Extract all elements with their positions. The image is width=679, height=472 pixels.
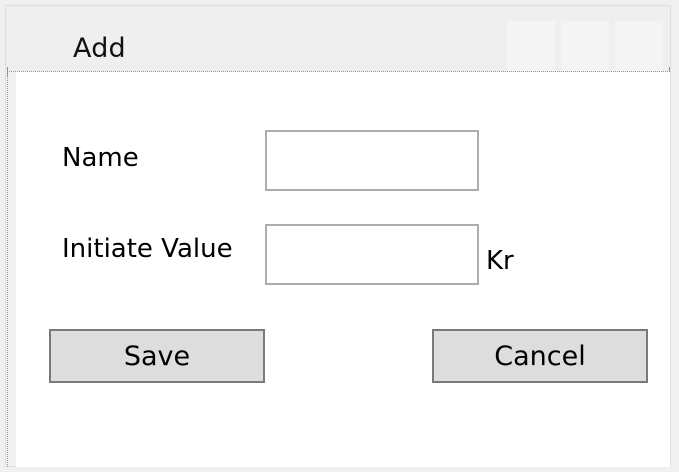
title-bar: Add	[6, 6, 670, 72]
name-label: Name	[62, 143, 139, 173]
close-button[interactable]	[615, 21, 663, 71]
save-button[interactable]: Save	[49, 329, 265, 383]
cancel-button[interactable]: Cancel	[432, 329, 648, 383]
minimize-icon	[507, 21, 555, 71]
initiate-value-label: Initiate Value	[62, 234, 233, 264]
add-window: Add Name Initiate Value Kr Save Cancel	[5, 5, 671, 467]
minimize-button[interactable]	[507, 21, 555, 71]
window-title: Add	[73, 33, 126, 64]
initiate-value-input[interactable]	[265, 224, 479, 285]
designer-guide-vertical	[7, 71, 8, 467]
currency-unit-label: Kr	[486, 246, 514, 276]
form-panel: Name Initiate Value Kr Save Cancel	[16, 72, 670, 467]
maximize-icon	[561, 21, 609, 71]
close-icon	[615, 21, 663, 71]
name-input[interactable]	[265, 130, 479, 191]
maximize-button[interactable]	[561, 21, 609, 71]
